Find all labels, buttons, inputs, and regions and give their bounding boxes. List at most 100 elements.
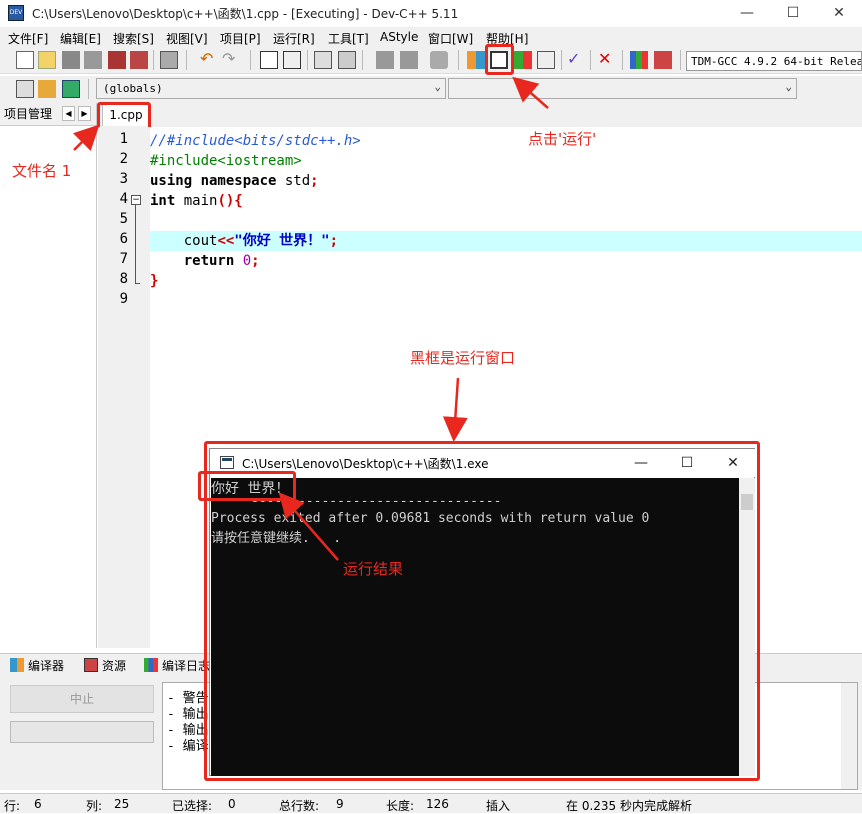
symbol: ; — [251, 253, 260, 269]
tab-project-manager[interactable]: 项目管理 — [4, 105, 52, 122]
tab-label: 资源 — [102, 659, 127, 673]
menu-file[interactable]: 文件[F] — [8, 30, 48, 47]
symbol: (){ — [217, 193, 243, 209]
status-total-label: 总行数: — [279, 799, 320, 813]
run-button-highlight — [485, 44, 514, 75]
status-len-label: 长度: — [386, 799, 415, 813]
scope-select[interactable]: (globals) ⌄ — [96, 78, 446, 99]
syntax-check-icon[interactable]: ✓ — [567, 51, 585, 69]
fold-collapse-icon[interactable]: − — [131, 195, 141, 205]
menu-edit[interactable]: 编辑[E] — [60, 30, 101, 47]
chevron-down-icon: ⌄ — [785, 80, 792, 93]
log-scrollbar[interactable] — [841, 683, 857, 789]
goto-icon[interactable] — [62, 80, 80, 98]
bookmark-icon[interactable] — [430, 51, 448, 69]
replace-icon[interactable] — [283, 51, 301, 69]
clean-icon[interactable]: ✕ — [598, 51, 616, 69]
menu-astyle[interactable]: AStyle — [380, 30, 418, 44]
new-class-icon[interactable] — [16, 80, 34, 98]
close-button[interactable]: ✕ — [816, 0, 862, 27]
print-icon[interactable] — [160, 51, 178, 69]
tab-compile-log[interactable]: 编译日志 — [144, 657, 210, 674]
status-row-label: 行: — [4, 799, 21, 813]
line-number: 4 — [119, 191, 128, 207]
symbol: << — [217, 233, 235, 249]
number-literal: 0 — [242, 253, 252, 269]
close-file-icon[interactable] — [108, 51, 126, 69]
line-number: 6 — [119, 231, 128, 247]
menu-window[interactable]: 窗口[W] — [428, 30, 473, 47]
indent-icon[interactable] — [314, 51, 332, 69]
status-sel-label: 已选择: — [172, 799, 213, 813]
log-line: - 编译 — [167, 739, 209, 754]
save-all-icon[interactable] — [84, 51, 102, 69]
tab-resources[interactable]: 资源 — [84, 657, 126, 674]
minimize-button[interactable]: — — [724, 0, 770, 27]
progress-bar — [10, 721, 154, 743]
open-file-icon[interactable] — [38, 51, 56, 69]
tab-scroll-left-icon[interactable]: ◀ — [62, 106, 75, 121]
menu-view[interactable]: 视图[V] — [166, 30, 208, 47]
compiler-select[interactable]: TDM-GCC 4.9.2 64-bit Release — [686, 51, 862, 71]
line-number: 3 — [119, 171, 128, 187]
undo-icon[interactable]: ↶ — [200, 51, 218, 69]
redo-icon[interactable]: ↷ — [222, 51, 240, 69]
line-number: 8 — [119, 271, 128, 287]
keyword: int — [150, 193, 176, 209]
code-line-2: #include<iostream> — [150, 151, 862, 171]
symbol: } — [150, 273, 159, 289]
resource-icon — [84, 658, 98, 672]
close-all-icon[interactable] — [130, 51, 148, 69]
find-icon[interactable] — [260, 51, 278, 69]
status-total: 9 — [336, 797, 344, 811]
save-icon[interactable] — [62, 51, 80, 69]
project-panel: 项目管理 ◀ ▶ — [0, 103, 97, 648]
annotation-black-box: 黑框是运行窗口 — [410, 349, 516, 367]
line-number: 2 — [119, 151, 128, 167]
annotation-click-run: 点击'运行' — [528, 130, 597, 148]
member-select[interactable]: ⌄ — [448, 78, 797, 99]
tab-scroll-right-icon[interactable]: ▶ — [78, 106, 91, 121]
scope-select-value: (globals) — [103, 82, 163, 95]
code-line-8: } — [150, 271, 862, 291]
bookmark-forward-icon[interactable] — [400, 51, 418, 69]
code-line-4: int main(){ — [150, 191, 862, 211]
status-col: 25 — [114, 797, 130, 811]
symbol: ; — [329, 233, 339, 249]
tab-label: 编译器 — [28, 659, 65, 673]
project-tree[interactable] — [0, 125, 96, 648]
chevron-down-icon: ⌄ — [434, 80, 441, 93]
unindent-icon[interactable] — [338, 51, 356, 69]
bookmark-back-icon[interactable] — [376, 51, 394, 69]
menu-tools[interactable]: 工具[T] — [328, 30, 369, 47]
insert-icon[interactable] — [38, 80, 56, 98]
rebuild-all-icon[interactable] — [537, 51, 555, 69]
annotation-filename: 文件名 1 — [12, 162, 72, 180]
fold-line — [135, 205, 136, 283]
menu-search[interactable]: 搜索[S] — [113, 30, 154, 47]
maximize-button[interactable]: ☐ — [770, 0, 816, 27]
delete-profile-icon[interactable] — [654, 51, 672, 69]
identifier: main — [175, 193, 218, 209]
identifier: std — [276, 173, 311, 189]
tab-label: 编译日志 — [162, 659, 211, 673]
menu-bar: 文件[F] 编辑[E] 搜索[S] 视图[V] 项目[P] 运行[R] 工具[T… — [0, 27, 862, 47]
compile-icon[interactable] — [467, 51, 485, 69]
grid-icon — [10, 658, 24, 672]
status-parse-time: 在 0.235 秒内完成解析 — [566, 799, 692, 813]
run-result-highlight — [198, 471, 296, 501]
menu-execute[interactable]: 运行[R] — [273, 30, 315, 47]
status-len: 126 — [426, 797, 449, 811]
new-file-icon[interactable] — [16, 51, 34, 69]
window-title: C:\Users\Lenovo\Desktop\c++\函数\1.cpp - [… — [32, 7, 459, 21]
menu-project[interactable]: 项目[P] — [220, 30, 261, 47]
tab-compiler[interactable]: 编译器 — [10, 657, 64, 674]
line-number-gutter: 1 2 3 4 5 6 7 8 9 − — [98, 127, 150, 648]
keyword: using namespace — [150, 173, 277, 189]
profile-icon[interactable] — [630, 51, 648, 69]
abort-button[interactable]: 中止 — [10, 685, 154, 713]
compile-run-icon[interactable] — [514, 51, 532, 69]
status-bar: 行: 6 列: 25 已选择: 0 总行数: 9 长度: 126 插入 在 0.… — [0, 793, 862, 813]
editor-tabbar: 1.cpp — [97, 102, 862, 130]
